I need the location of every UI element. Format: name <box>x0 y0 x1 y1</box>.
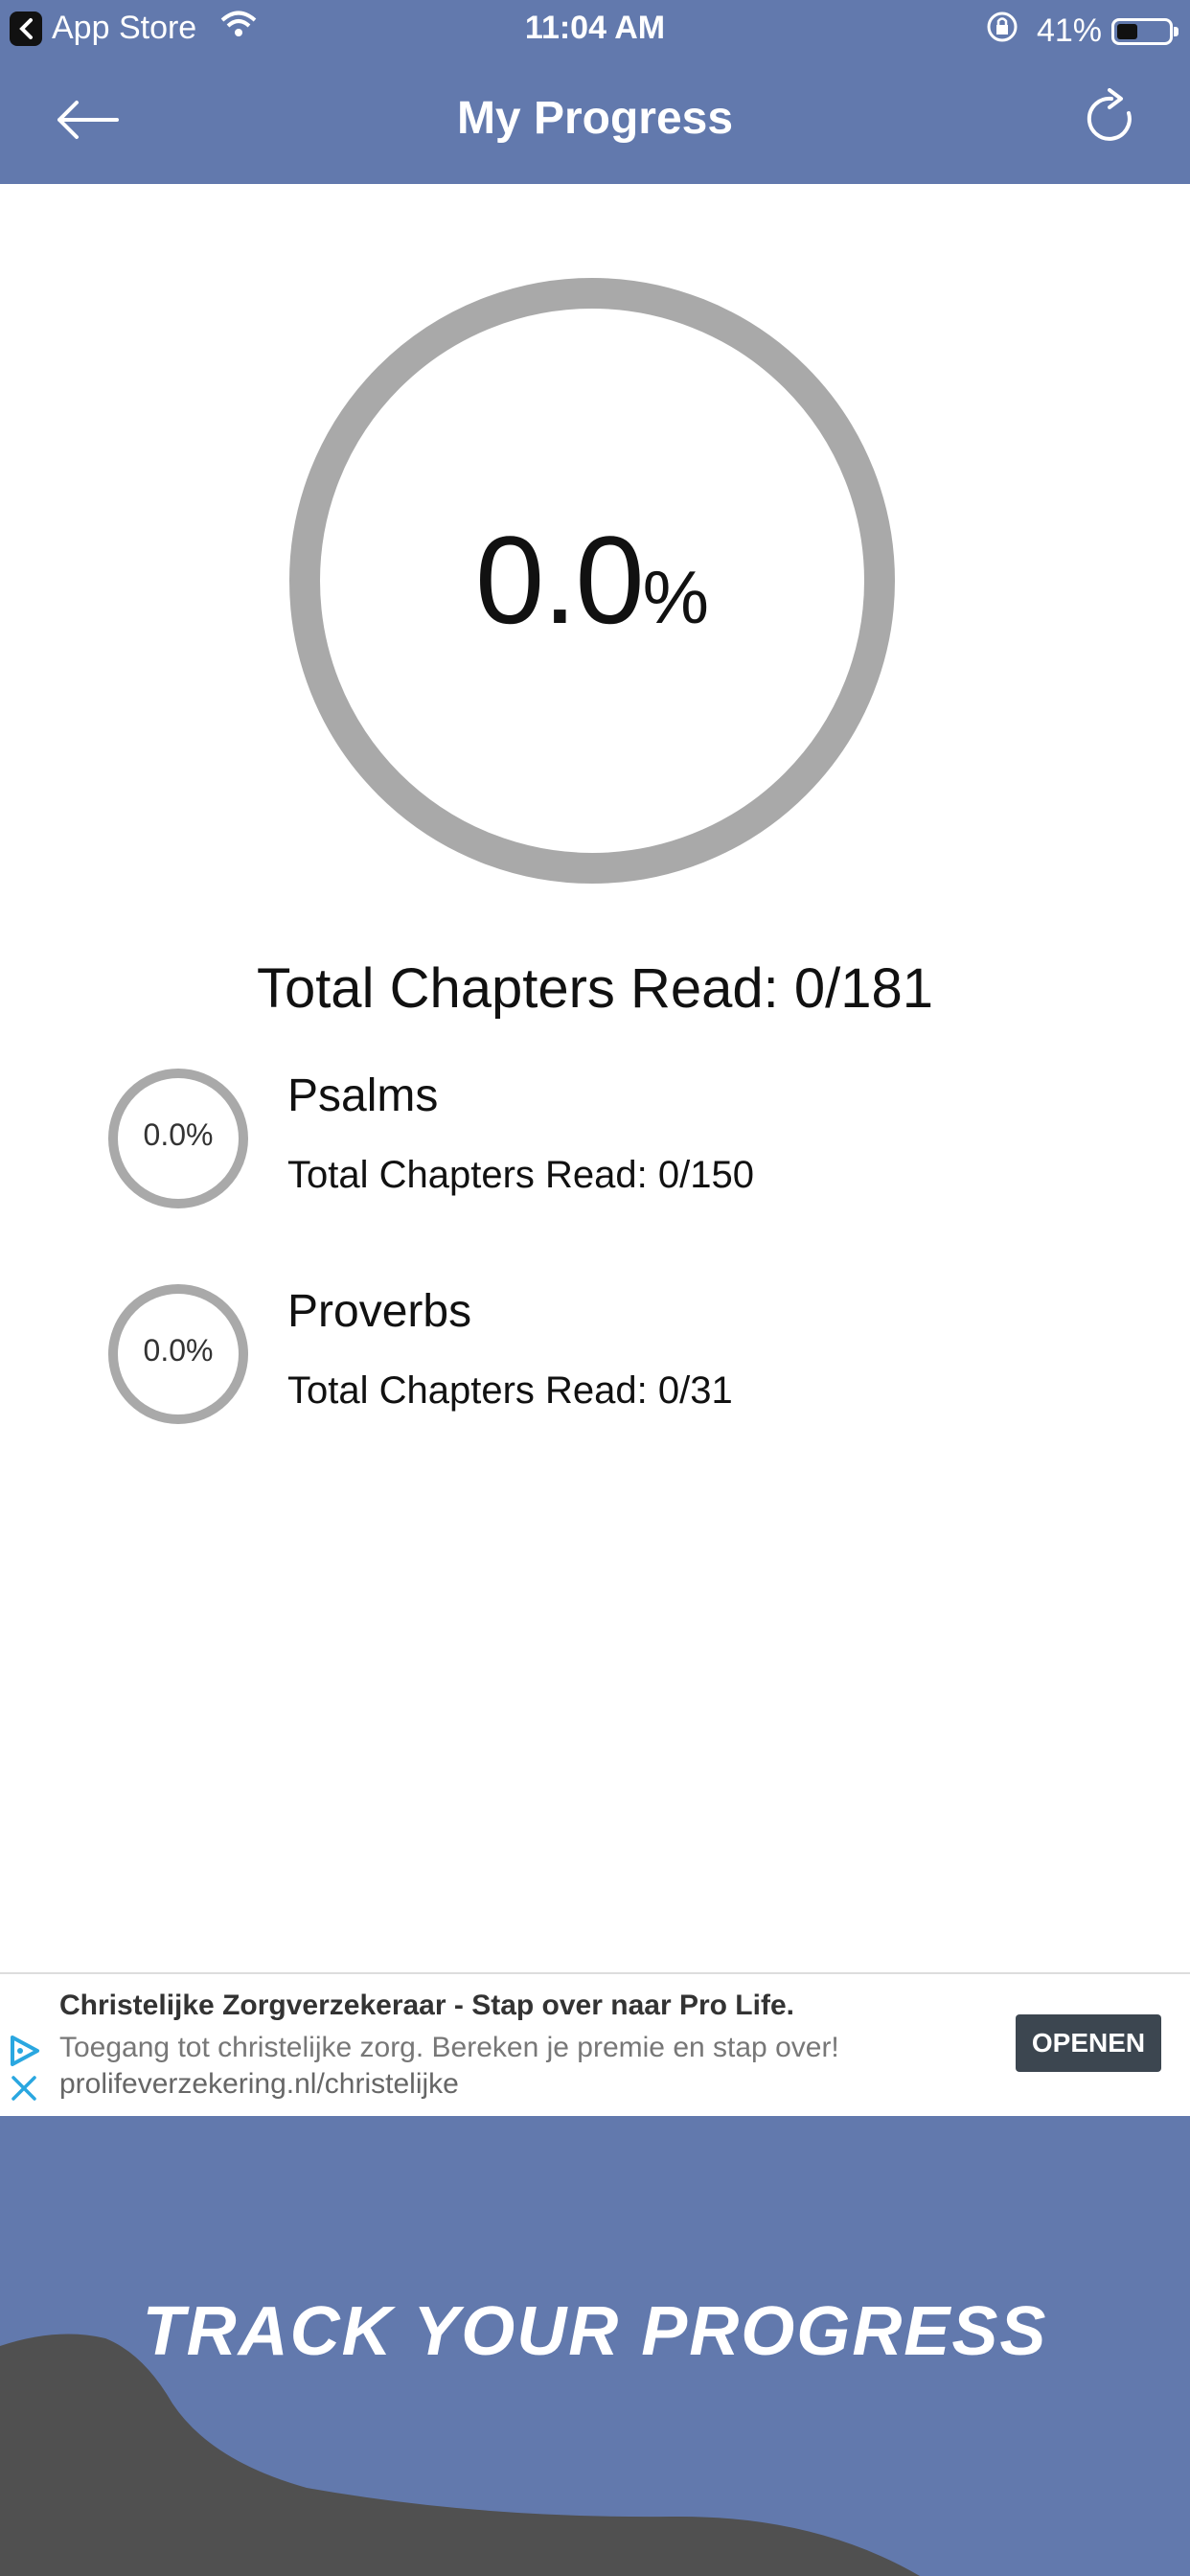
ad-description: Toegang tot christelijke zorg. Bereken j… <box>59 2032 839 2063</box>
overall-percent-value: 0.0 <box>474 510 645 650</box>
book-name: Psalms <box>287 1070 439 1121</box>
ad-title: Christelijke Zorgverzekeraar - Stap over… <box>59 1990 794 2021</box>
refresh-icon[interactable] <box>1083 88 1140 150</box>
close-icon[interactable] <box>10 2074 38 2103</box>
battery-icon <box>1111 17 1179 45</box>
book-item-psalms[interactable]: 0.0% Psalms Total Chapters Read: 0/150 <box>105 1066 1064 1219</box>
overall-percent-sign: % <box>642 555 710 639</box>
book-percent: 0.0% <box>143 1333 214 1368</box>
book-chapters-read: Total Chapters Read: 0/150 <box>287 1154 754 1196</box>
ad-url: prolifeverzekering.nl/christelijke <box>59 2068 459 2100</box>
ad-banner[interactable]: Christelijke Zorgverzekeraar - Stap over… <box>0 1972 1190 2118</box>
page-title: My Progress <box>456 93 734 144</box>
book-item-proverbs[interactable]: 0.0% Proverbs Total Chapters Read: 0/31 <box>105 1281 1064 1435</box>
ad-open-button[interactable]: OPENEN <box>1016 2014 1161 2072</box>
battery-percent: 41% <box>1036 12 1102 49</box>
orientation-lock-icon <box>985 10 1019 53</box>
total-chapters-read: Total Chapters Read: 0/181 <box>256 957 934 1020</box>
overall-percent: 0.0% <box>287 508 897 652</box>
ad-choices-icon[interactable] <box>8 2034 42 2068</box>
status-bar: App Store 11:04 AM 41% <box>0 0 1190 59</box>
book-percent: 0.0% <box>143 1117 214 1152</box>
book-name: Proverbs <box>287 1286 472 1337</box>
battery-fill <box>1117 23 1137 39</box>
promo-banner: TRACK YOUR PROGRESS <box>0 2116 1190 2576</box>
nav-bar: My Progress <box>0 59 1190 184</box>
book-chapters-read: Total Chapters Read: 0/31 <box>287 1369 733 1412</box>
promo-headline: TRACK YOUR PROGRESS <box>142 2293 1048 2370</box>
